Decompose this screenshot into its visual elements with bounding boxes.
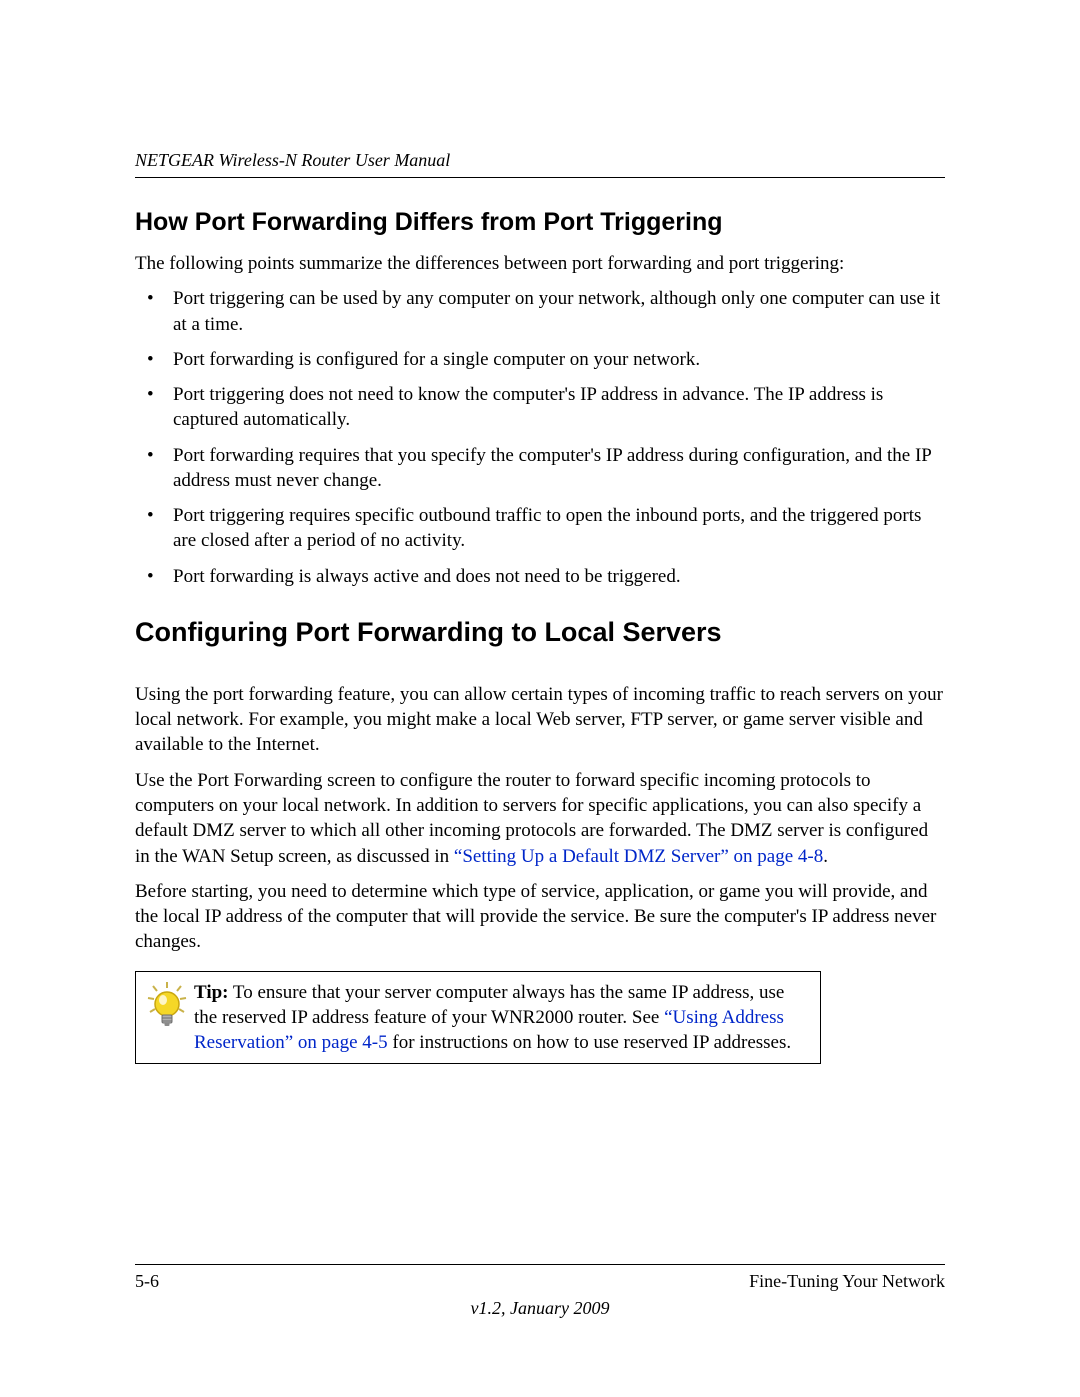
page-number: 5-6	[135, 1271, 159, 1292]
list-item: Port triggering requires specific outbou…	[135, 503, 945, 554]
list-item: Port forwarding is configured for a sing…	[135, 347, 945, 372]
page-footer: 5-6 Fine-Tuning Your Network v1.2, Janua…	[135, 1264, 945, 1319]
running-header: NETGEAR Wireless-N Router User Manual	[135, 150, 945, 178]
version-footer: v1.2, January 2009	[135, 1298, 945, 1319]
list-item: Port forwarding is always active and doe…	[135, 564, 945, 589]
diff-bullet-list: Port triggering can be used by any compu…	[135, 286, 945, 589]
list-item: Port forwarding requires that you specif…	[135, 443, 945, 494]
tip-text-after: for instructions on how to use reserved …	[388, 1032, 792, 1053]
tip-label: Tip:	[194, 982, 229, 1003]
para2-text-after: .	[823, 846, 828, 867]
dmz-server-link[interactable]: “Setting Up a Default DMZ Server” on pag…	[454, 846, 823, 867]
chapter-title-footer: Fine-Tuning Your Network	[749, 1271, 945, 1292]
list-item: Port triggering can be used by any compu…	[135, 286, 945, 337]
tip-body: Tip: To ensure that your server computer…	[194, 972, 820, 1064]
list-item: Port triggering does not need to know th…	[135, 382, 945, 433]
section1-intro: The following points summarize the diffe…	[135, 251, 945, 276]
section-heading-diff: How Port Forwarding Differs from Port Tr…	[135, 208, 945, 237]
section2-para2: Use the Port Forwarding screen to config…	[135, 768, 945, 869]
tip-box: Tip: To ensure that your server computer…	[135, 971, 821, 1065]
section2-para1: Using the port forwarding feature, you c…	[135, 682, 945, 758]
chapter-heading-config: Configuring Port Forwarding to Local Ser…	[135, 617, 945, 648]
lightbulb-icon	[136, 972, 194, 1040]
section2-para3: Before starting, you need to determine w…	[135, 879, 945, 955]
